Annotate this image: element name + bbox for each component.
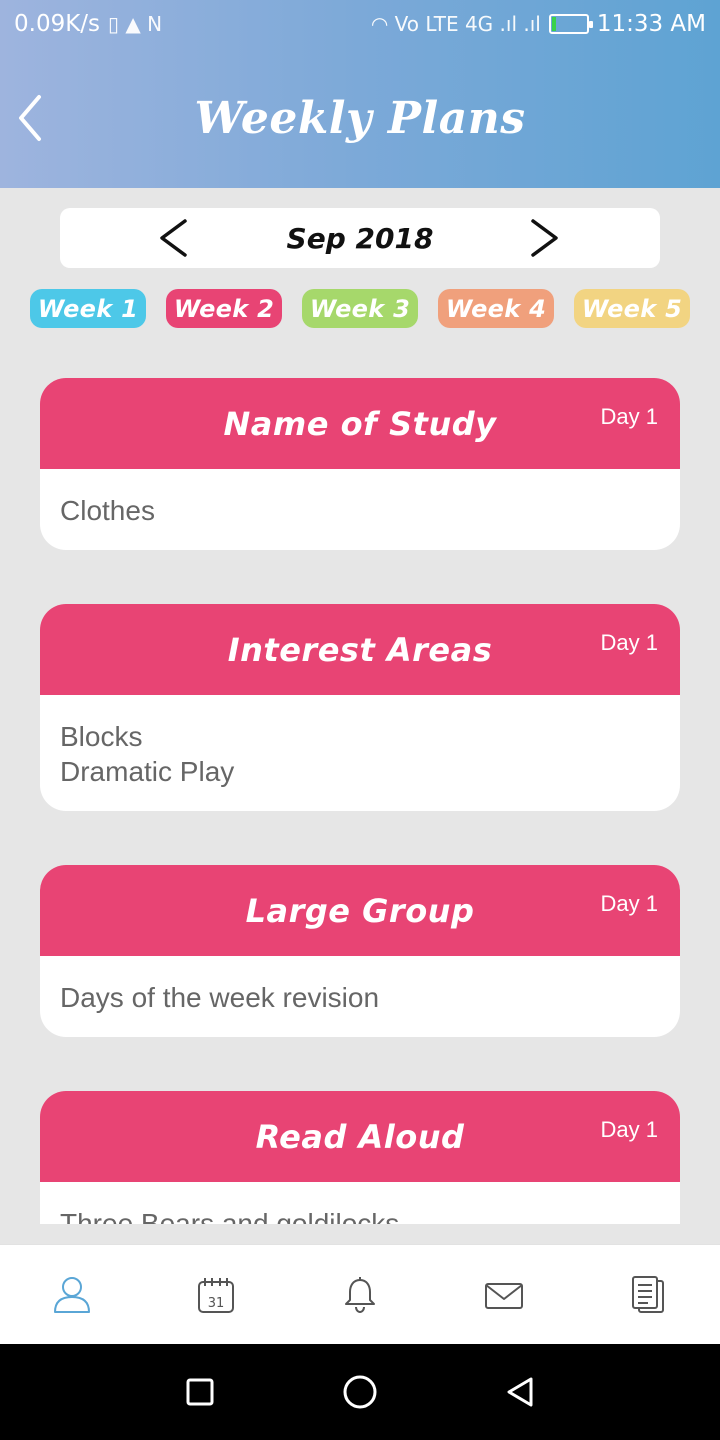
tab-week-1[interactable]: Week 1 bbox=[30, 289, 146, 328]
status-right: ◠ Vo LTE 4G .ıl .ıl 11:33 AM bbox=[371, 11, 706, 37]
nav-documents[interactable] bbox=[608, 1255, 688, 1335]
chevron-right-icon bbox=[531, 219, 558, 257]
card-line: Three Bears and goldilocks bbox=[60, 1208, 400, 1224]
card-title: Interest Areas bbox=[227, 630, 493, 669]
screen: 0.09K/s ▯ ▲ N ◠ Vo LTE 4G .ıl .ıl 11:33 … bbox=[0, 0, 720, 1440]
back-triangle-icon bbox=[507, 1377, 533, 1407]
next-month-button[interactable] bbox=[522, 216, 566, 260]
card-header: Large Group Day 1 bbox=[40, 865, 680, 956]
recents-square-icon bbox=[186, 1378, 214, 1406]
card-header: Name of Study Day 1 bbox=[40, 378, 680, 469]
net-speed: 0.09K/s bbox=[14, 11, 101, 37]
back-button[interactable] bbox=[10, 88, 50, 148]
tab-week-3[interactable]: Week 3 bbox=[302, 289, 418, 328]
card-body: Blocks Dramatic Play bbox=[40, 695, 680, 789]
battery-icon bbox=[548, 14, 593, 34]
status-left: 0.09K/s ▯ ▲ N bbox=[14, 11, 162, 37]
tab-week-5[interactable]: Week 5 bbox=[574, 289, 690, 328]
card-day: Day 1 bbox=[600, 891, 658, 916]
card-day: Day 1 bbox=[600, 630, 658, 655]
status-left-icons: ▯ ▲ N bbox=[108, 12, 163, 36]
bell-icon bbox=[345, 1276, 375, 1313]
tab-week-2[interactable]: Week 2 bbox=[166, 289, 282, 328]
system-nav-bar bbox=[0, 1344, 720, 1440]
card-body: Days of the week revision bbox=[40, 956, 680, 1015]
nav-messages[interactable] bbox=[464, 1255, 544, 1335]
recents-button[interactable] bbox=[170, 1362, 230, 1422]
chevron-left-icon bbox=[160, 219, 187, 257]
calendar-icon: 31 bbox=[198, 1277, 234, 1313]
clock: 11:33 AM bbox=[596, 11, 706, 37]
tab-week-4[interactable]: Week 4 bbox=[438, 289, 554, 328]
prev-month-button[interactable] bbox=[152, 216, 196, 260]
nav-notifications[interactable] bbox=[320, 1255, 400, 1335]
card-title: Name of Study bbox=[223, 404, 497, 443]
signal-icons: ◠ Vo LTE 4G .ıl .ıl bbox=[370, 12, 541, 36]
battery-fill bbox=[551, 17, 557, 31]
plan-card-name-of-study[interactable]: Name of Study Day 1 Clothes bbox=[40, 378, 680, 550]
card-header: Interest Areas Day 1 bbox=[40, 604, 680, 695]
plan-card-list[interactable]: Name of Study Day 1 Clothes Interest Are… bbox=[40, 378, 680, 1224]
card-body: Clothes bbox=[40, 469, 680, 528]
home-circle-icon bbox=[343, 1375, 377, 1409]
card-header: Read Aloud Day 1 bbox=[40, 1091, 680, 1182]
bottom-nav: 31 bbox=[0, 1244, 720, 1344]
plan-card-interest-areas[interactable]: Interest Areas Day 1 Blocks Dramatic Pla… bbox=[40, 604, 680, 811]
documents-icon bbox=[632, 1275, 664, 1313]
card-line: Clothes bbox=[60, 495, 155, 526]
calendar-date: 31 bbox=[208, 1296, 225, 1311]
card-line: Dramatic Play bbox=[60, 756, 235, 787]
mail-icon bbox=[485, 1282, 523, 1309]
chevron-left-icon bbox=[19, 95, 41, 141]
month-selector: Sep 2018 bbox=[60, 208, 660, 268]
back-nav-button[interactable] bbox=[490, 1362, 550, 1422]
card-line: Days of the week revision bbox=[60, 982, 380, 1013]
nav-profile[interactable] bbox=[32, 1255, 112, 1335]
card-title: Read Aloud bbox=[255, 1117, 465, 1156]
card-day: Day 1 bbox=[600, 404, 658, 429]
card-body: Three Bears and goldilocks bbox=[40, 1182, 680, 1224]
card-day: Day 1 bbox=[600, 1117, 658, 1142]
home-button[interactable] bbox=[330, 1362, 390, 1422]
card-line: Blocks bbox=[60, 721, 143, 752]
week-tabs: Week 1 Week 2 Week 3 Week 4 Week 5 bbox=[0, 289, 720, 329]
plan-card-large-group[interactable]: Large Group Day 1 Days of the week revis… bbox=[40, 865, 680, 1037]
nav-calendar[interactable]: 31 bbox=[176, 1255, 256, 1335]
page-title: Weekly Plans bbox=[194, 92, 526, 144]
profile-icon bbox=[54, 1276, 90, 1313]
app-bar: Weekly Plans bbox=[0, 48, 720, 188]
month-label: Sep 2018 bbox=[286, 221, 434, 255]
status-bar: 0.09K/s ▯ ▲ N ◠ Vo LTE 4G .ıl .ıl 11:33 … bbox=[0, 0, 720, 48]
card-title: Large Group bbox=[245, 891, 475, 930]
plan-card-read-aloud[interactable]: Read Aloud Day 1 Three Bears and goldilo… bbox=[40, 1091, 680, 1224]
